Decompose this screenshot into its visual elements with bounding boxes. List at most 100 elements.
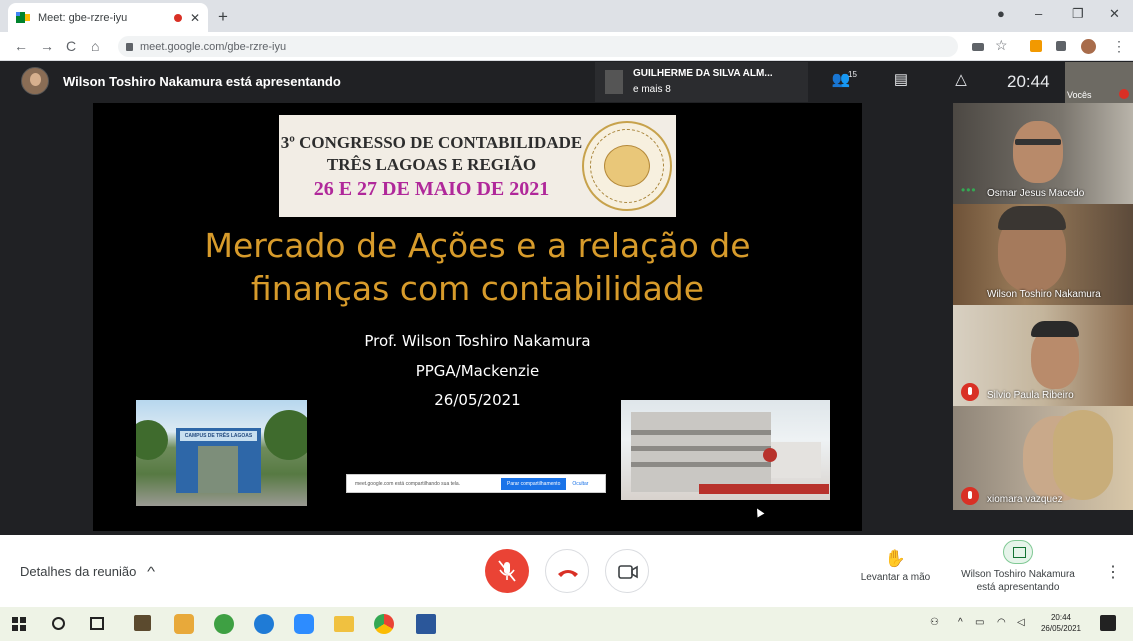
- minimize-button[interactable]: –: [1035, 6, 1042, 21]
- browser-toolbar: ← → C ⌂ meet.google.com/gbe-rzre-iyu ☆ ⋮: [0, 32, 1133, 61]
- campus-photo: CAMPUS DE TRÊS LAGOAS: [136, 400, 307, 506]
- close-window-button[interactable]: ✕: [1109, 6, 1120, 22]
- activities-icon[interactable]: △: [950, 70, 972, 92]
- participant-tile[interactable]: xiomara vazquez: [953, 406, 1133, 510]
- participant-name: Osmar Jesus Macedo: [987, 188, 1085, 199]
- browser-tab-strip: Meet: gbe-rzre-iyu ✕ + ● – ❐ ✕: [0, 0, 1133, 32]
- speaker-more: e mais 8: [633, 84, 671, 95]
- address-bar[interactable]: meet.google.com/gbe-rzre-iyu: [118, 36, 958, 57]
- active-speakers-chip[interactable]: GUILHERME DA SILVA ALM... e mais 8: [595, 62, 808, 102]
- self-view-tile[interactable]: Vocês: [1065, 62, 1133, 103]
- present-screen-icon: [1003, 540, 1033, 564]
- raise-hand-button[interactable]: ✋ Levantar a mão: [853, 549, 938, 583]
- file-explorer-icon[interactable]: [334, 616, 354, 632]
- raise-hand-label: Levantar a mão: [860, 572, 931, 583]
- tray-overflow-icon[interactable]: ^: [958, 617, 963, 628]
- profile-avatar[interactable]: [1081, 39, 1096, 54]
- edge-icon[interactable]: [254, 614, 274, 634]
- url-text: meet.google.com/gbe-rzre-iyu: [140, 40, 287, 53]
- slide-presenter: Prof. Wilson Toshiro Nakamura: [364, 332, 591, 350]
- battery-icon[interactable]: ▭: [975, 617, 984, 628]
- hand-icon: ✋: [884, 549, 907, 568]
- search-icon[interactable]: [52, 617, 65, 630]
- camera-toggle-button[interactable]: [605, 549, 649, 593]
- meeting-details-button[interactable]: Detalhes da reunião ^: [20, 564, 156, 579]
- speaker-avatar: [605, 70, 623, 94]
- notifications-icon[interactable]: [1100, 615, 1116, 631]
- forward-button[interactable]: →: [40, 38, 54, 54]
- slide-title-line-1: Mercado de Ações e a relação de: [204, 226, 751, 265]
- windows-taskbar: [0, 607, 1133, 641]
- task-view-icon[interactable]: [90, 617, 104, 630]
- store-icon[interactable]: [134, 615, 151, 631]
- mic-off-icon: [498, 560, 516, 582]
- browser-tab-meet[interactable]: Meet: gbe-rzre-iyu ✕: [8, 3, 208, 32]
- browser-menu-icon[interactable]: ⋮: [1112, 38, 1126, 55]
- campus-sign: CAMPUS DE TRÊS LAGOAS: [180, 431, 257, 441]
- participant-tile[interactable]: ••• Osmar Jesus Macedo: [953, 103, 1133, 204]
- app-icon[interactable]: [174, 614, 194, 634]
- taskbar-time: 20:44: [1050, 613, 1072, 622]
- extension-icon[interactable]: [1030, 40, 1042, 52]
- presenting-title: Wilson Toshiro Nakamura está apresentand…: [63, 74, 341, 89]
- mic-off-icon: [1119, 89, 1129, 99]
- word-icon[interactable]: [416, 614, 436, 634]
- back-button[interactable]: ←: [14, 38, 28, 54]
- maximize-button[interactable]: ❐: [1072, 6, 1084, 22]
- bookmark-star-icon[interactable]: ☆: [995, 37, 1008, 54]
- university-building-photo: [621, 400, 830, 500]
- banner-dates: 26 E 27 DE MAIO DE 2021: [313, 178, 550, 200]
- hang-up-icon: [558, 570, 578, 577]
- muted-mic-icon: [961, 383, 979, 401]
- participant-name: Silvio Paula Ribeiro: [987, 390, 1074, 401]
- participant-name: xiomara vazquez: [987, 494, 1063, 505]
- puzzle-extensions-icon[interactable]: [1056, 41, 1066, 51]
- taskbar-date: 26/05/2021: [1040, 624, 1082, 633]
- chat-icon[interactable]: ▤: [890, 70, 912, 92]
- new-tab-button[interactable]: +: [218, 7, 228, 27]
- meet-favicon-icon: [16, 12, 30, 23]
- hide-notice-button[interactable]: Ocultar: [572, 481, 588, 487]
- screen-share-notice: meet.google.com está compartilhando sua …: [346, 474, 606, 493]
- windows-start-icon[interactable]: [12, 617, 26, 631]
- participants-count: 15: [848, 70, 857, 79]
- slide-affiliation: PPGA/Mackenzie: [415, 362, 540, 380]
- lock-icon: [126, 42, 133, 51]
- tab-close-icon[interactable]: ✕: [190, 11, 200, 25]
- presenting-status[interactable]: Wilson Toshiro Nakamura está apresentand…: [952, 540, 1084, 594]
- screen: Meet: gbe-rzre-iyu ✕ + ● – ❐ ✕ ← → C ⌂ m…: [0, 0, 1133, 641]
- meeting-clock: 20:44: [1007, 72, 1050, 91]
- chrome-icon[interactable]: [374, 614, 394, 634]
- self-label: Vocês: [1067, 90, 1092, 100]
- cast-icon[interactable]: [972, 43, 984, 51]
- presenting-line-2: está apresentando: [976, 582, 1060, 593]
- congress-seal-logo: [582, 121, 672, 211]
- people-tray-icon[interactable]: ⚇: [930, 617, 939, 628]
- banner-line-1: 3º CONGRESSO DE CONTABILIDADE: [280, 133, 583, 152]
- building-logo-icon: [763, 448, 777, 462]
- home-button[interactable]: ⌂: [91, 38, 99, 54]
- participant-name: Wilson Toshiro Nakamura: [987, 289, 1101, 300]
- banner-line-2: TRÊS LAGOAS E REGIÃO: [326, 155, 537, 174]
- participant-tile[interactable]: Wilson Toshiro Nakamura: [953, 204, 1133, 305]
- stop-sharing-button[interactable]: Parar compartilhamento: [501, 477, 567, 490]
- volume-icon[interactable]: ◁: [1017, 617, 1025, 628]
- zoom-icon[interactable]: [294, 614, 314, 634]
- chevron-up-icon: ^: [147, 564, 156, 579]
- account-circle-icon[interactable]: ●: [997, 6, 1005, 21]
- participant-tile[interactable]: Silvio Paula Ribeiro: [953, 305, 1133, 406]
- wifi-icon[interactable]: ◠: [997, 617, 1006, 628]
- more-options-icon[interactable]: ⋮: [1105, 562, 1121, 582]
- presenting-line-1: Wilson Toshiro Nakamura: [961, 569, 1075, 580]
- mic-toggle-button[interactable]: [485, 549, 529, 593]
- reload-button[interactable]: C: [66, 38, 76, 54]
- leave-call-button[interactable]: [545, 549, 589, 593]
- whatsapp-icon[interactable]: [214, 614, 234, 634]
- speaking-indicator-icon: •••: [961, 183, 977, 197]
- tab-title: Meet: gbe-rzre-iyu: [38, 11, 128, 24]
- share-notice-text: meet.google.com está compartilhando sua …: [355, 480, 461, 487]
- camera-icon: [618, 565, 638, 579]
- muted-mic-icon: [961, 487, 979, 505]
- taskbar-clock[interactable]: 20:44 26/05/2021: [1035, 612, 1087, 634]
- presenter-avatar: [21, 67, 49, 95]
